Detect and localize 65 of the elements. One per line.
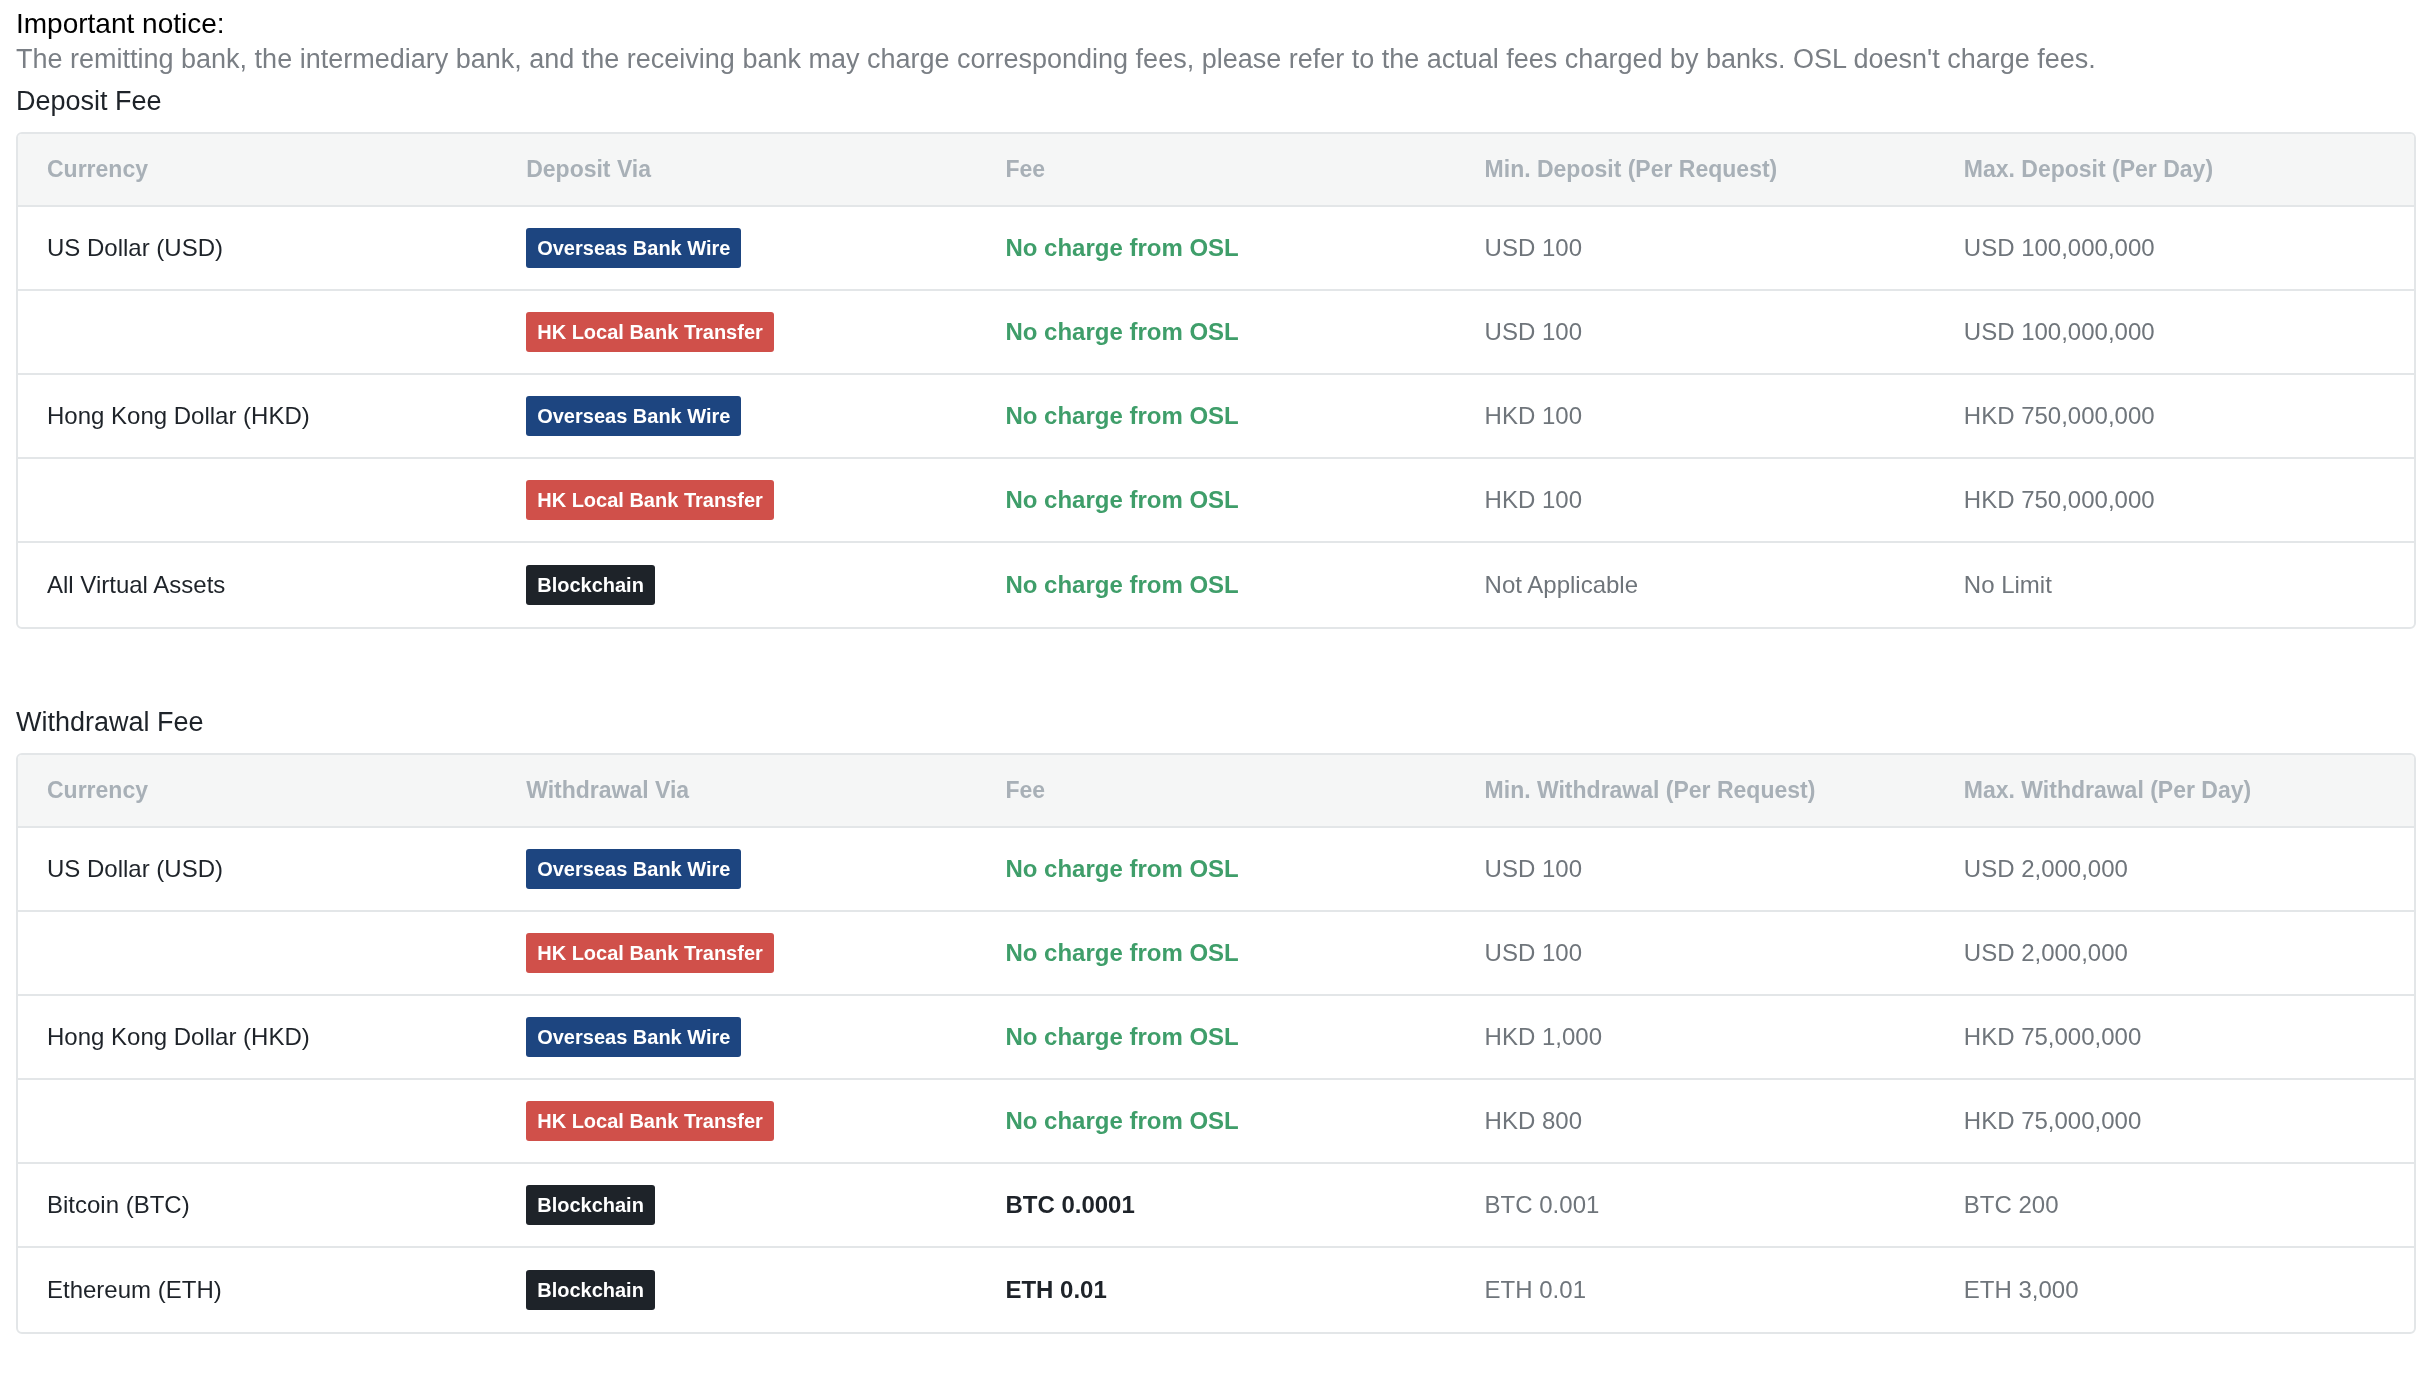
min-amount: USD 100 xyxy=(1484,939,1582,966)
min-amount: HKD 100 xyxy=(1484,402,1582,429)
method-tag: HK Local Bank Transfer xyxy=(526,480,774,520)
section-title: Deposit Fee xyxy=(16,85,163,118)
max-amount: HKD 750,000,000 xyxy=(1963,486,2155,513)
currency-name: Hong Kong Dollar (HKD) xyxy=(47,1023,310,1050)
currency-name: US Dollar (USD) xyxy=(47,234,223,261)
min-amount: USD 100 xyxy=(1484,318,1582,345)
notice-title: Important notice: xyxy=(16,7,226,41)
fee-value: ETH 0.01 xyxy=(1005,1276,1107,1303)
currency-name: US Dollar (USD) xyxy=(47,855,223,882)
max-amount: HKD 75,000,000 xyxy=(1963,1107,2142,1134)
section-title: Withdrawal Fee xyxy=(16,706,205,739)
max-amount: USD 100,000,000 xyxy=(1963,318,2155,345)
method-tag: HK Local Bank Transfer xyxy=(526,933,774,973)
min-amount: BTC 0.001 xyxy=(1484,1191,1600,1218)
max-amount: HKD 75,000,000 xyxy=(1963,1023,2142,1050)
min-amount: USD 100 xyxy=(1484,234,1582,261)
notice-text: The remitting bank, the intermediary bank, and the receiving bank may charge corresponding fees, please refer to the actual fees charged by banks. OSL doesn't charge fees. xyxy=(16,43,2097,76)
column-header: Min. Deposit (Per Request) xyxy=(1483,155,1779,185)
column-header: Max. Withdrawal (Per Day) xyxy=(1962,776,2253,806)
column-header: Max. Deposit (Per Day) xyxy=(1962,155,2215,185)
method-tag: Blockchain xyxy=(526,1185,655,1225)
max-amount: USD 100,000,000 xyxy=(1963,234,2155,261)
max-amount: HKD 750,000,000 xyxy=(1963,402,2155,429)
fee-value: No charge from OSL xyxy=(1005,1023,1239,1050)
column-header: Currency xyxy=(46,155,149,185)
column-header: Fee xyxy=(1004,776,1047,806)
column-header: Deposit Via xyxy=(525,155,653,185)
min-amount: HKD 1,000 xyxy=(1484,1023,1602,1050)
fee-value: BTC 0.0001 xyxy=(1005,1191,1135,1218)
fee-value: No charge from OSL xyxy=(1005,855,1239,882)
fee-value: No charge from OSL xyxy=(1005,402,1239,429)
fee-value: No charge from OSL xyxy=(1005,939,1239,966)
min-amount: HKD 800 xyxy=(1484,1107,1582,1134)
min-amount: USD 100 xyxy=(1484,855,1582,882)
method-tag: HK Local Bank Transfer xyxy=(526,312,774,352)
column-header: Min. Withdrawal (Per Request) xyxy=(1483,776,1817,806)
min-amount: Not Applicable xyxy=(1484,571,1639,598)
method-tag: Overseas Bank Wire xyxy=(526,1017,742,1057)
column-header: Withdrawal Via xyxy=(525,776,691,806)
method-tag: Overseas Bank Wire xyxy=(526,228,742,268)
currency-name: Bitcoin (BTC) xyxy=(47,1191,190,1218)
currency-name: Ethereum (ETH) xyxy=(47,1276,222,1303)
currency-name: All Virtual Assets xyxy=(47,571,226,598)
min-amount: HKD 100 xyxy=(1484,486,1582,513)
max-amount: USD 2,000,000 xyxy=(1963,939,2128,966)
max-amount: No Limit xyxy=(1963,571,2052,598)
method-tag: Overseas Bank Wire xyxy=(526,849,742,889)
max-amount: ETH 3,000 xyxy=(1963,1276,2079,1303)
min-amount: ETH 0.01 xyxy=(1484,1276,1586,1303)
fee-value: No charge from OSL xyxy=(1005,1107,1239,1134)
max-amount: BTC 200 xyxy=(1963,1191,2059,1218)
currency-name: Hong Kong Dollar (HKD) xyxy=(47,402,310,429)
method-tag: Blockchain xyxy=(526,1270,655,1310)
fee-value: No charge from OSL xyxy=(1005,571,1239,598)
column-header: Fee xyxy=(1004,155,1047,185)
method-tag: Blockchain xyxy=(526,565,655,605)
fee-value: No charge from OSL xyxy=(1005,234,1239,261)
fee-value: No charge from OSL xyxy=(1005,486,1239,513)
method-tag: HK Local Bank Transfer xyxy=(526,1101,774,1141)
column-header: Currency xyxy=(46,776,149,806)
method-tag: Overseas Bank Wire xyxy=(526,396,742,436)
max-amount: USD 2,000,000 xyxy=(1963,855,2128,882)
fee-value: No charge from OSL xyxy=(1005,318,1239,345)
